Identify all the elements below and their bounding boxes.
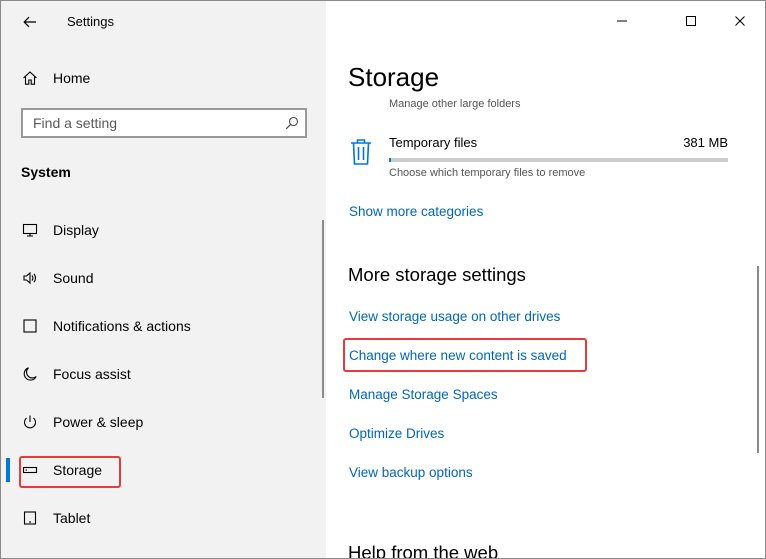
temporary-files-usage-bar [389,158,728,162]
minimize-button[interactable] [599,6,645,36]
drive-icon [21,461,39,479]
settings-window: Settings Home System [0,0,766,559]
sidebar-scrollbar[interactable] [322,220,324,398]
sidebar-item-storage[interactable]: Storage [1,450,326,490]
manage-large-folders-text: Manage other large folders [389,98,521,110]
search-box [21,108,307,138]
sidebar-item-home[interactable]: Home [1,61,326,95]
search-input[interactable] [23,110,273,136]
display-icon [21,221,39,239]
sidebar-item-label: Notifications & actions [53,318,191,334]
main-scrollbar[interactable] [757,266,759,453]
moon-icon [21,365,39,383]
sidebar-item-label: Storage [53,462,103,478]
sidebar-item-display[interactable]: Display [1,210,326,250]
sidebar-item-label: Tablet [53,510,91,526]
main-content: Storage Manage other large folders Tempo… [326,1,765,558]
trash-icon [351,139,371,165]
usage-bar-fill [389,158,391,162]
minimize-icon [617,20,627,22]
search-icon[interactable] [285,116,299,130]
sidebar-item-label: Display [53,222,99,238]
power-icon [21,413,39,431]
sidebar-item-sound[interactable]: Sound [1,258,326,298]
manage-storage-spaces-link[interactable]: Manage Storage Spaces [349,387,498,402]
back-button[interactable] [15,9,45,35]
section-heading: System [21,164,71,180]
change-new-content-location-link[interactable]: Change where new content is saved [349,348,567,363]
close-button[interactable] [717,6,763,36]
notification-icon [21,317,39,335]
view-storage-usage-link[interactable]: View storage usage on other drives [349,309,560,324]
app-title: Settings [67,14,114,29]
back-arrow-icon [23,16,36,28]
sidebar-item-label: Power & sleep [53,414,144,430]
tablet-icon [21,509,39,527]
maximize-button[interactable] [668,6,714,36]
sidebar-item-label: Home [53,70,91,86]
active-indicator [6,458,10,482]
sidebar-item-notifications[interactable]: Notifications & actions [1,306,326,346]
home-icon [21,69,39,87]
temporary-files-size: 381 MB [683,135,728,150]
sidebar: Settings Home System [1,1,326,558]
sidebar-item-power-sleep[interactable]: Power & sleep [1,402,326,442]
sidebar-item-label: Focus assist [53,366,131,382]
sidebar-item-label: Sound [53,270,94,286]
close-icon [735,16,745,26]
sidebar-item-tablet[interactable]: Tablet [1,498,326,538]
view-backup-options-link[interactable]: View backup options [349,465,473,480]
speaker-icon [21,269,39,287]
optimize-drives-link[interactable]: Optimize Drives [349,426,444,441]
sidebar-item-focus-assist[interactable]: Focus assist [1,354,326,394]
more-storage-settings-heading: More storage settings [348,264,526,285]
page-title: Storage [348,62,440,92]
help-from-web-heading: Help from the web [348,542,499,559]
temporary-files-label[interactable]: Temporary files [389,135,477,150]
maximize-icon [686,16,696,26]
temporary-files-description: Choose which temporary files to remove [389,167,586,179]
show-more-categories-link[interactable]: Show more categories [349,204,483,219]
